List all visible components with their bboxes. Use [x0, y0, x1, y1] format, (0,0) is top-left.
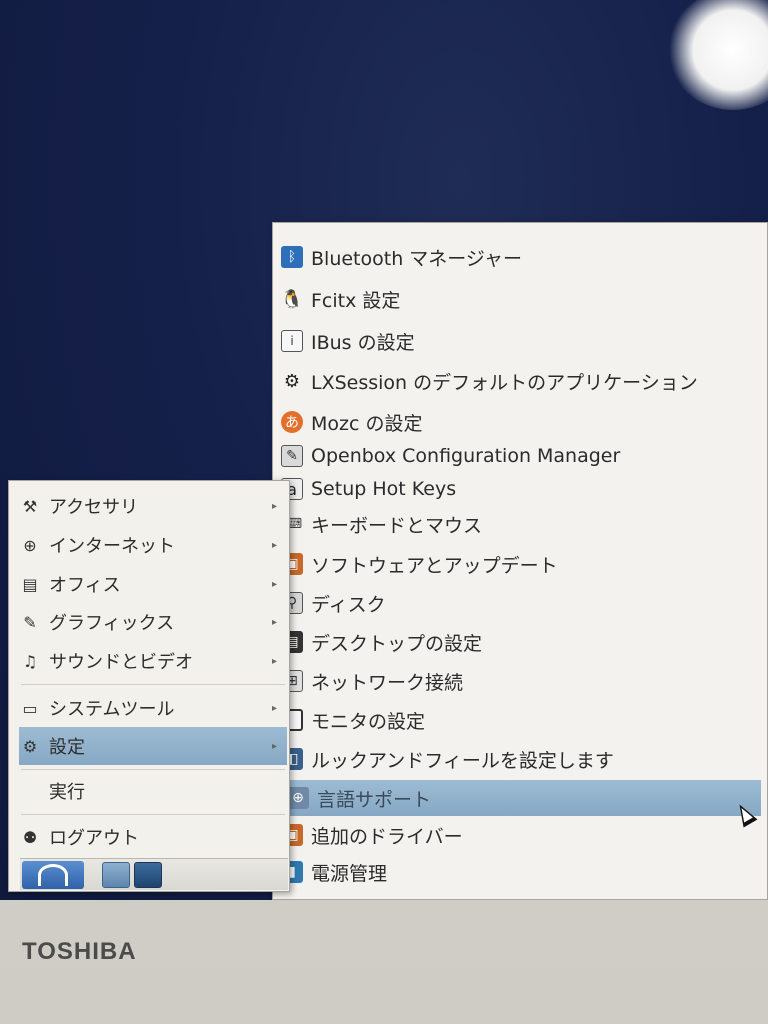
menu-item-desktop-settings[interactable]: ▤ デスクトップの設定: [281, 624, 761, 660]
menu-divider: [21, 769, 285, 770]
start-menu-button[interactable]: [22, 861, 84, 889]
menu-item-mozc-settings[interactable]: あ Mozc の設定: [281, 404, 761, 440]
openbox-icon: ✎: [281, 445, 303, 467]
menu-item-label: グラフィックス: [49, 613, 175, 634]
menu-item-setup-hot-keys[interactable]: a Setup Hot Keys: [281, 471, 761, 507]
menu-item-label: LXSession のデフォルトのアプリケーション: [311, 371, 698, 394]
menu-item-disks[interactable]: ⚲ ディスク: [281, 585, 761, 621]
laptop-brand-logo: TOSHIBA: [22, 938, 137, 965]
taskbar: [20, 858, 288, 890]
menu-item-label: システムツール: [49, 699, 175, 720]
graphics-icon: ✎: [23, 612, 37, 632]
menu-item-label: IBus の設定: [311, 331, 415, 354]
menu-item-fcitx-settings[interactable]: 🐧 Fcitx 設定: [281, 281, 761, 317]
menu-item-label: 実行: [49, 782, 85, 803]
menu-item-network-connections[interactable]: ⊞ ネットワーク接続: [281, 663, 761, 699]
menu-item-label: ソフトウェアとアップデート: [311, 554, 558, 577]
gear-icon: ⚙: [22, 736, 38, 756]
mozc-icon: あ: [281, 411, 303, 433]
submenu-arrow-icon: ▸: [271, 539, 277, 551]
menu-item-label: 電源管理: [311, 862, 388, 885]
menu-item-label: Setup Hot Keys: [311, 478, 457, 500]
submenu-arrow-icon: ▸: [271, 655, 277, 667]
menu-item-accessories[interactable]: ⚒ アクセサリ ▸: [19, 487, 287, 525]
start-logo-icon: [38, 864, 68, 886]
menu-item-label: ルックアンドフィールを設定します: [311, 749, 614, 772]
menu-item-openbox-config[interactable]: ✎ Openbox Configuration Manager: [281, 438, 761, 474]
sound-video-icon: ♫: [22, 651, 38, 671]
menu-item-keyboard-mouse[interactable]: ⌨ キーボードとマウス: [281, 506, 761, 542]
menu-item-label: Mozc の設定: [311, 412, 423, 435]
menu-item-monitor-settings[interactable]: モニタの設定: [281, 702, 761, 738]
submenu-arrow-icon: ▸: [271, 616, 277, 628]
menu-divider: [21, 684, 285, 685]
menu-item-internet[interactable]: ⊕ インターネット ▸: [19, 526, 287, 564]
submenu-arrow-icon: ▸: [271, 500, 277, 512]
menu-item-label: オフィス: [49, 575, 121, 596]
menu-item-software-updates[interactable]: ▣ ソフトウェアとアップデート: [281, 546, 761, 582]
internet-globe-icon: ⊕: [23, 535, 37, 555]
ibus-info-icon: i: [281, 330, 303, 352]
blank-icon: [19, 780, 41, 802]
submenu-arrow-icon: ▸: [271, 740, 277, 752]
menu-item-label: Bluetooth マネージャー: [311, 247, 522, 270]
file-manager-launcher-icon[interactable]: [102, 862, 130, 888]
gear-icon: ⚙: [283, 370, 301, 392]
accessories-icon: ⚒: [22, 496, 38, 516]
fcitx-penguin-icon: 🐧: [280, 288, 304, 310]
menu-item-label: デスクトップの設定: [311, 632, 483, 655]
menu-item-logout[interactable]: ⚉ ログアウト: [19, 818, 287, 856]
submenu-arrow-icon: ▸: [271, 702, 277, 714]
submenu-arrow-icon: ▸: [271, 578, 277, 590]
menu-item-label: サウンドとビデオ: [49, 652, 193, 673]
menu-divider: [21, 814, 285, 815]
menu-item-label: キーボードとマウス: [311, 514, 483, 537]
language-support-icon: ⊕: [287, 787, 309, 809]
monitor-icon: ▭: [22, 698, 38, 718]
main-menu: ⚒ アクセサリ ▸ ⊕ インターネット ▸ ▤ オフィス ▸ ✎ グラフィックス…: [8, 480, 290, 892]
menu-item-label: 設定: [49, 737, 85, 758]
menu-item-label: Openbox Configuration Manager: [311, 445, 621, 467]
office-document-icon: ▤: [22, 574, 38, 594]
menu-item-label: 言語サポート: [317, 788, 432, 811]
menu-item-graphics[interactable]: ✎ グラフィックス ▸: [19, 603, 287, 641]
menu-item-additional-drivers[interactable]: ▣ 追加のドライバー: [281, 817, 761, 853]
menu-item-ibus-settings[interactable]: i IBus の設定: [281, 323, 761, 359]
menu-item-label: 追加のドライバー: [311, 825, 463, 848]
settings-submenu: ᛒ Bluetooth マネージャー 🐧 Fcitx 設定 i IBus の設定…: [272, 222, 768, 900]
menu-item-office[interactable]: ▤ オフィス ▸: [19, 565, 287, 603]
menu-item-lxsession-defaults[interactable]: ⚙ LXSession のデフォルトのアプリケーション: [281, 363, 761, 399]
web-browser-launcher-icon[interactable]: [134, 862, 162, 888]
desktop-screen: ᛒ Bluetooth マネージャー 🐧 Fcitx 設定 i IBus の設定…: [0, 0, 768, 900]
screen-glare: [668, 0, 768, 110]
bluetooth-icon: ᛒ: [281, 246, 303, 268]
menu-item-label: モニタの設定: [311, 710, 426, 733]
menu-item-system-tools[interactable]: ▭ システムツール ▸: [19, 689, 287, 727]
menu-item-sound-video[interactable]: ♫ サウンドとビデオ ▸: [19, 642, 287, 680]
menu-item-language-support[interactable]: ⊕ 言語サポート: [287, 780, 761, 816]
menu-item-settings[interactable]: ⚙ 設定 ▸: [19, 727, 287, 765]
menu-item-bluetooth-manager[interactable]: ᛒ Bluetooth マネージャー: [281, 239, 761, 275]
menu-item-label: ネットワーク接続: [311, 671, 464, 694]
menu-item-label: アクセサリ: [49, 497, 139, 518]
menu-item-power-management[interactable]: ▮ 電源管理: [281, 854, 761, 890]
logout-user-icon: ⚉: [22, 827, 38, 847]
menu-item-run[interactable]: 実行: [19, 772, 287, 810]
menu-item-label: ディスク: [311, 593, 386, 616]
menu-item-label: Fcitx 設定: [311, 289, 401, 312]
laptop-bezel: ᛒ Bluetooth マネージャー 🐧 Fcitx 設定 i IBus の設定…: [0, 0, 768, 1024]
menu-item-label: インターネット: [49, 536, 175, 557]
menu-item-label: ログアウト: [49, 828, 139, 849]
menu-item-look-and-feel[interactable]: ◧ ルックアンドフィールを設定します: [281, 741, 761, 777]
